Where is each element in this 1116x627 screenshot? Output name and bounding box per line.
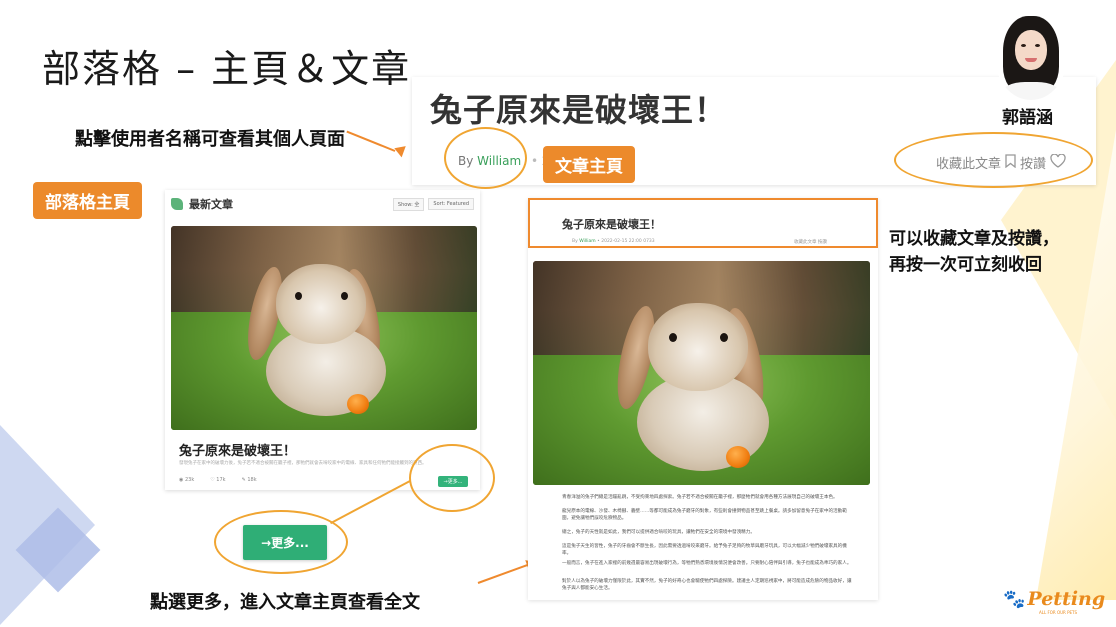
blog-home-mockup: 最新文章 Show: 全 Sort: Featured 兔子原來是破壞王！ 發現… (165, 190, 480, 490)
article-paragraph: 對於人以為兔子的破壞力僅限於此，其實不然，兔子的好奇心也會驅使牠們四處探險。建議… (562, 579, 852, 591)
read-more-arrow (477, 563, 531, 584)
article-paragraph: 總之，兔子的天性就是如此，我們可以提供適合啃咬的玩具，讓牠們在安全的環境中發洩精… (562, 530, 755, 535)
username-hint: 點擊使用者名稱可查看其個人頁面 (75, 129, 345, 150)
show-filter-select[interactable]: Show: 全 (392, 197, 425, 211)
username-arrow (346, 130, 396, 152)
article-zoom-title: 兔子原來是破壞王！ (430, 91, 728, 129)
slide-title: 部落格 – 主頁＆文章 (42, 47, 412, 91)
collect-like-hint-line2: 再按一次可立刻收回 (889, 255, 1042, 275)
blog-post-title[interactable]: 兔子原來是破壞王！ (179, 440, 296, 459)
petting-logo: 🐾 Petting ALL FOR OUR PETS (1003, 588, 1106, 615)
collect-like-hint-line1: 可以收藏文章及按讚， (889, 229, 1059, 249)
blog-home-header-title: 最新文章 (189, 198, 233, 211)
article-page-mockup: 兔子原來是破壞王！ By William • 2022-02-15 22:00 … (528, 198, 878, 600)
logo-word: Petting (1027, 588, 1106, 610)
presenter-avatar (995, 14, 1067, 100)
article-paragraph: 這是兔子天生的習性，兔子的牙齒會不斷生長，因此需要透過啃咬來磨牙。給予兔子足夠的… (562, 544, 847, 556)
blog-leaf-icon (171, 198, 183, 210)
article-paragraph: 青春洋溢的兔子們總是活蹦亂跳，不受拘束地四處探索。兔子若不適合被關在籠子裡，那麼… (562, 495, 838, 500)
article-title-highlight-box (528, 198, 878, 248)
blog-post-image[interactable] (171, 226, 477, 430)
sort-select[interactable]: Sort: Featured (428, 198, 474, 210)
actions-highlight-ellipse (894, 132, 1093, 188)
article-paragraph: 一般而言，兔子在進入家裡的前幾週最容易出現破壞行為，等牠們熟悉環境後情況便會改善… (562, 561, 852, 566)
article-page-image (533, 261, 870, 485)
more-button-big[interactable]: →更多... (243, 525, 327, 560)
blog-post-stats: ◉ 23k ♡ 17k ✎ 18k (179, 477, 257, 483)
more-button-highlight-ellipse (409, 444, 495, 512)
blog-home-header: 最新文章 Show: 全 Sort: Featured (165, 190, 480, 218)
presenter-name: 郭語涵 (1002, 108, 1053, 128)
logo-tagline: ALL FOR OUR PETS (1039, 610, 1078, 615)
comments-stat: ✎ 18k (241, 477, 257, 483)
likes-stat: ♡ 17k (210, 477, 226, 483)
article-paragraph: 龍兒原本的電線、沙發、木椅腳、牆壁……等都可能成為兔子磨牙的對象，有些則會撞倒物… (562, 509, 847, 521)
blog-home-tag: 部落格主頁 (33, 182, 142, 219)
paw-icon: 🐾 (1003, 588, 1026, 610)
read-more-hint: 點選更多，進入文章主頁查看全文 (150, 592, 420, 613)
article-home-tag: 文章主頁 (543, 146, 635, 183)
author-highlight-ellipse (444, 127, 527, 189)
username-arrow-head (392, 142, 406, 158)
views-stat: ◉ 23k (179, 477, 195, 483)
